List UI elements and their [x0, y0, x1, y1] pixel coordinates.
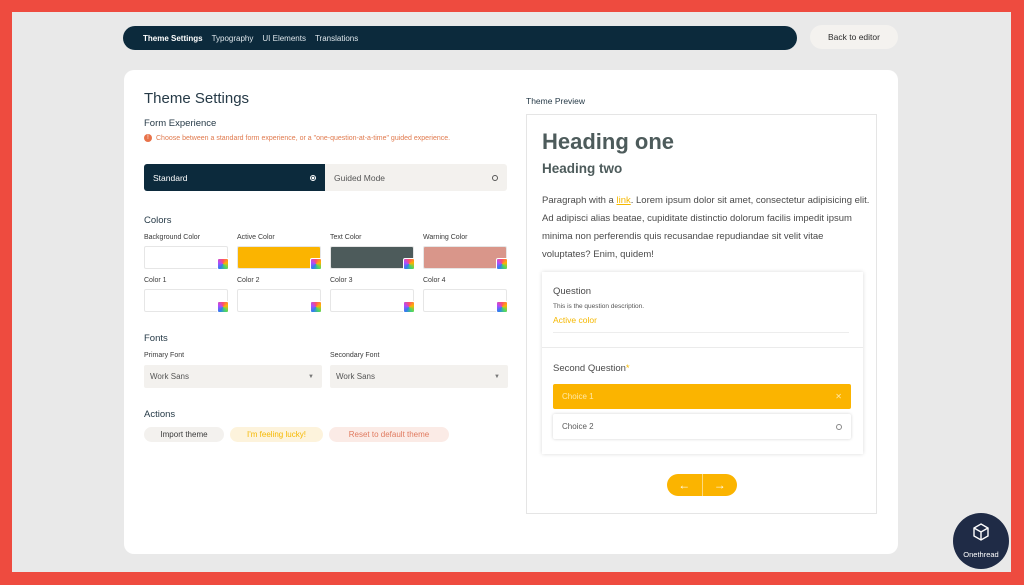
choice-2-label: Choice 2	[562, 422, 594, 431]
tab-theme-settings[interactable]: Theme Settings	[143, 34, 203, 43]
color-4-swatch[interactable]	[423, 289, 508, 313]
caret-down-icon: ▼	[494, 373, 500, 380]
primary-font-select[interactable]: Work Sans ▼	[144, 365, 322, 388]
secondary-font-label: Secondary Font	[330, 352, 380, 359]
standard-mode-option[interactable]: Standard	[144, 164, 325, 191]
preview-question-card: Question This is the question descriptio…	[542, 272, 863, 454]
background-color-swatch[interactable]	[144, 246, 229, 270]
warning-color-swatch[interactable]	[423, 246, 508, 270]
color-2-swatch[interactable]	[237, 289, 322, 313]
onethread-logo: Onethread	[953, 513, 1009, 569]
preview-heading-two: Heading two	[542, 161, 623, 176]
question-1-description: This is the question description.	[553, 303, 645, 310]
color-picker-icon[interactable]	[217, 301, 229, 313]
primary-font-value: Work Sans	[150, 372, 189, 381]
color-label-4: Color 4	[423, 277, 446, 284]
choice-2-option[interactable]: Choice 2	[553, 414, 851, 439]
check-x-icon: ✕	[835, 392, 842, 401]
theme-preview-label: Theme Preview	[526, 96, 586, 106]
color-label-2: Color 2	[237, 277, 260, 284]
form-experience-hint-text: Choose between a standard form experienc…	[156, 135, 451, 142]
tab-ui-elements[interactable]: UI Elements	[262, 34, 306, 43]
color-1-swatch[interactable]	[144, 289, 229, 313]
secondary-font-value: Work Sans	[336, 372, 375, 381]
paragraph-link[interactable]: link	[616, 195, 630, 206]
paragraph-text-start: Paragraph with a	[542, 195, 617, 206]
color-3-swatch[interactable]	[330, 289, 415, 313]
question-1-title: Question	[553, 286, 592, 297]
import-theme-button[interactable]: Import theme	[144, 427, 224, 442]
color-picker-icon[interactable]	[496, 301, 508, 313]
form-experience-heading: Form Experience	[144, 118, 217, 129]
color-label-background: Background Color	[144, 234, 201, 241]
color-label-1: Color 1	[144, 277, 167, 284]
choice-1-label: Choice 1	[562, 392, 594, 401]
guided-mode-option[interactable]: Guided Mode	[325, 164, 507, 191]
caret-down-icon: ▼	[308, 373, 314, 380]
required-marker: *	[625, 363, 630, 374]
radio-selected-icon	[310, 174, 316, 181]
guided-mode-label: Guided Mode	[334, 172, 386, 183]
color-picker-icon[interactable]	[403, 258, 415, 270]
preview-paragraph: Paragraph with a link. Lorem ipsum dolor…	[542, 192, 872, 264]
tab-translations[interactable]: Translations	[315, 34, 358, 43]
page-title: Theme Settings	[144, 90, 250, 107]
color-label-warning: Warning Color	[423, 234, 468, 241]
settings-card: Theme Settings Form Experience ! Choose b…	[124, 70, 898, 554]
color-picker-icon[interactable]	[310, 258, 322, 270]
choice-1-option[interactable]: Choice 1 ✕	[553, 384, 851, 409]
question-divider	[542, 347, 863, 348]
radio-unselected-icon	[492, 174, 498, 181]
radio-unselected-icon	[836, 423, 842, 430]
text-color-swatch[interactable]	[330, 246, 415, 270]
color-picker-icon[interactable]	[310, 301, 322, 313]
preview-heading-one: Heading one	[542, 129, 675, 154]
theme-preview-panel: Heading one Heading two Paragraph with a…	[526, 114, 877, 514]
color-picker-icon[interactable]	[403, 301, 415, 313]
warning-icon: !	[144, 134, 152, 143]
question-2-title-text: Second Question	[553, 363, 626, 374]
color-picker-icon[interactable]	[217, 258, 229, 270]
feeling-lucky-button[interactable]: I'm feeling lucky!	[230, 427, 323, 442]
color-label-active: Active Color	[237, 234, 275, 241]
arrow-left-icon[interactable]: ←	[667, 474, 703, 496]
standard-mode-label: Standard	[153, 172, 188, 183]
reset-theme-button[interactable]: Reset to default theme	[329, 427, 449, 442]
color-picker-icon[interactable]	[496, 258, 508, 270]
settings-panel: Theme Settings Form Experience ! Choose b…	[144, 70, 514, 554]
cube-icon	[973, 523, 989, 541]
active-color-swatch[interactable]	[237, 246, 322, 270]
top-nav-bar: Theme Settings Typography UI Elements Tr…	[123, 26, 797, 50]
actions-heading: Actions	[144, 409, 176, 420]
tab-typography[interactable]: Typography	[212, 34, 254, 43]
fonts-heading: Fonts	[144, 333, 168, 344]
arrow-right-icon[interactable]: →	[703, 474, 738, 496]
brand-watermark: Onethread	[963, 550, 999, 559]
question-2-title: Second Question*	[553, 363, 630, 374]
colors-heading: Colors	[144, 215, 172, 226]
primary-font-label: Primary Font	[144, 352, 185, 359]
color-label-3: Color 3	[330, 277, 353, 284]
color-label-text: Text Color	[330, 234, 362, 241]
back-to-editor-button[interactable]: Back to editor	[810, 25, 898, 49]
form-experience-hint: ! Choose between a standard form experien…	[144, 134, 494, 144]
secondary-font-select[interactable]: Work Sans ▼	[330, 365, 508, 388]
question-1-input[interactable]: Active color	[553, 315, 849, 333]
question-nav-pill: ← →	[667, 474, 737, 496]
